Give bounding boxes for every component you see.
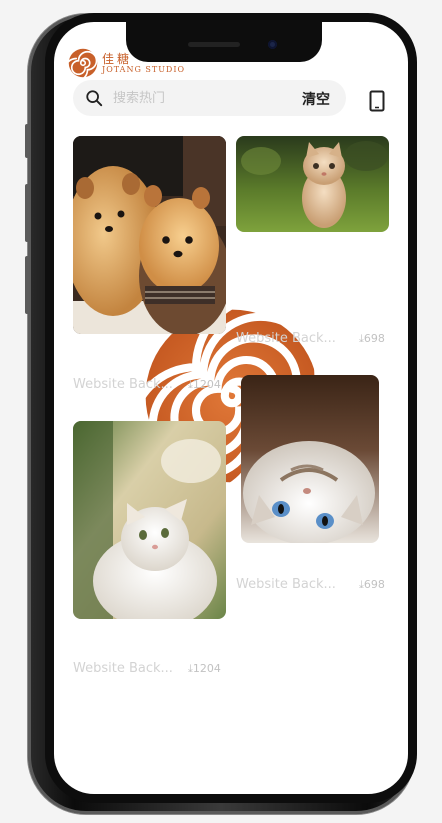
search-icon[interactable] bbox=[85, 89, 103, 107]
download-count-value: 1204 bbox=[192, 662, 221, 675]
logo-english-text: JOTANG STUDIO bbox=[102, 64, 186, 74]
card-title: Website Back... bbox=[73, 661, 173, 676]
card-title: Website Back... bbox=[236, 577, 336, 592]
clear-button[interactable]: 清空 bbox=[302, 89, 330, 109]
two-pomeranians-image bbox=[73, 136, 226, 334]
search-bar: 清空 bbox=[73, 80, 346, 116]
image-card[interactable] bbox=[73, 421, 226, 619]
download-count: ⤓1204 bbox=[188, 662, 221, 675]
phone-device-icon[interactable] bbox=[369, 90, 385, 112]
card-title: Website Back... bbox=[236, 331, 336, 346]
download-count: ⤓1204 bbox=[188, 378, 221, 391]
volume-down-button bbox=[25, 256, 29, 314]
download-count-value: 698 bbox=[363, 332, 385, 345]
image-card[interactable] bbox=[236, 136, 389, 232]
kitten-on-grass-image bbox=[236, 136, 389, 232]
kitten-upside-down-image bbox=[241, 375, 379, 543]
download-count: ⤓698 bbox=[359, 332, 385, 345]
swirl-logo-icon bbox=[68, 48, 98, 78]
white-cat-looking-up-image bbox=[73, 421, 226, 619]
download-count-value: 1204 bbox=[192, 378, 221, 391]
card-title: Website Back... bbox=[73, 377, 173, 392]
image-card[interactable] bbox=[241, 375, 379, 543]
silent-switch bbox=[25, 124, 29, 158]
power-button bbox=[413, 202, 417, 288]
notch bbox=[126, 22, 322, 62]
speaker-grille bbox=[188, 42, 240, 47]
download-count-value: 698 bbox=[363, 578, 385, 591]
image-card[interactable] bbox=[73, 136, 226, 334]
mockup-stage: 佳糖 JOTANG STUDIO 清空 bbox=[0, 0, 442, 823]
download-count: ⤓698 bbox=[359, 578, 385, 591]
search-input[interactable] bbox=[113, 80, 283, 116]
volume-up-button bbox=[25, 184, 29, 242]
front-camera bbox=[268, 40, 277, 49]
